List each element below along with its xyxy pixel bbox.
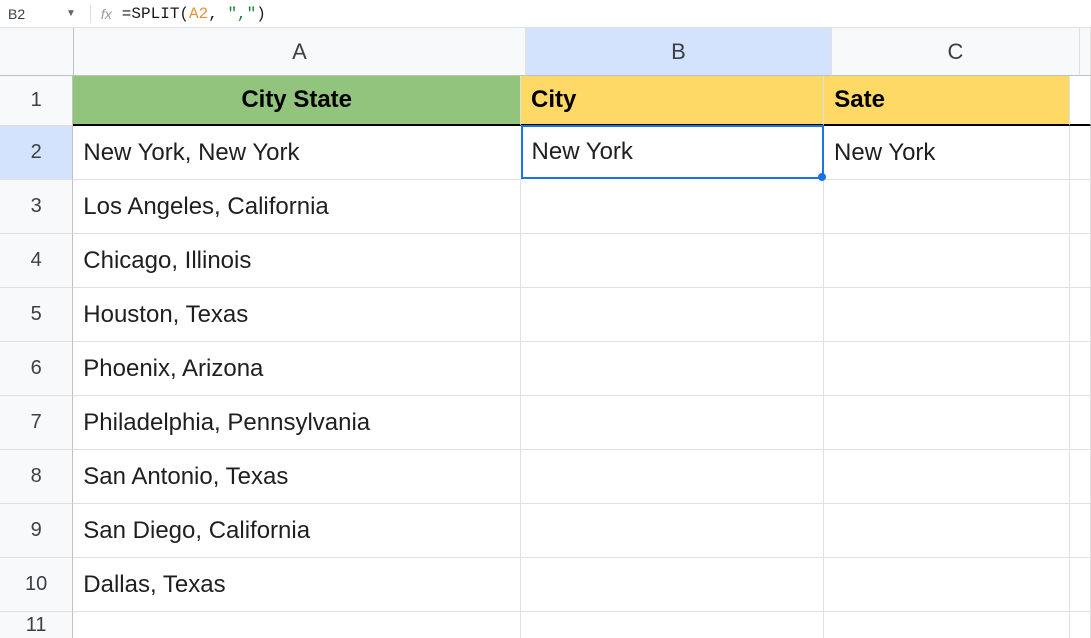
row-header-10[interactable]: 10 — [0, 558, 73, 612]
cell-c6[interactable] — [824, 342, 1070, 396]
cell-edge-11[interactable] — [1070, 612, 1091, 638]
cell-a8[interactable]: San Antonio, Texas — [73, 450, 521, 504]
column-header-a[interactable]: A — [74, 28, 526, 76]
formula-ref: A2 — [189, 5, 208, 23]
cell-edge-5[interactable] — [1070, 288, 1091, 342]
cell-b6[interactable] — [521, 342, 824, 396]
cell-edge-9[interactable] — [1070, 504, 1091, 558]
row-9: 9 San Diego, California — [0, 504, 1091, 558]
cell-b10[interactable] — [521, 558, 824, 612]
row-header-4[interactable]: 4 — [0, 234, 73, 288]
cell-b11[interactable] — [521, 612, 824, 638]
cell-a2[interactable]: New York, New York — [73, 126, 521, 180]
formula-eq: = — [122, 5, 132, 23]
cell-b5[interactable] — [521, 288, 824, 342]
row-header-3[interactable]: 3 — [0, 180, 73, 234]
formula-paren-close: ) — [256, 5, 266, 23]
cell-a4[interactable]: Chicago, Illinois — [73, 234, 521, 288]
column-headers-row: A B C — [0, 28, 1091, 76]
cell-c10[interactable] — [824, 558, 1070, 612]
name-box[interactable]: B2 — [4, 4, 66, 24]
column-header-edge — [1080, 28, 1091, 76]
formula-paren-open: ( — [179, 5, 189, 23]
cell-edge-2[interactable] — [1070, 126, 1091, 180]
row-10: 10 Dallas, Texas — [0, 558, 1091, 612]
row-7: 7 Philadelphia, Pennsylvania — [0, 396, 1091, 450]
cell-a5[interactable]: Houston, Texas — [73, 288, 521, 342]
column-header-c[interactable]: C — [832, 28, 1080, 76]
cell-a3[interactable]: Los Angeles, California — [73, 180, 521, 234]
formula-bar: B2 ▼ fx =SPLIT(A2, ",") — [0, 0, 1091, 28]
name-box-dropdown-icon[interactable]: ▼ — [66, 8, 80, 19]
row-1: 1 City State City Sate — [0, 76, 1091, 126]
cell-a1[interactable]: City State — [73, 76, 521, 126]
fx-icon[interactable]: fx — [101, 6, 112, 22]
cell-c5[interactable] — [824, 288, 1070, 342]
cell-c8[interactable] — [824, 450, 1070, 504]
row-2: 2 New York, New York New York New York — [0, 126, 1091, 180]
formula-fn: SPLIT — [131, 5, 179, 23]
row-header-11[interactable]: 11 — [0, 612, 73, 638]
cell-c1[interactable]: Sate — [824, 76, 1070, 126]
row-header-7[interactable]: 7 — [0, 396, 73, 450]
cell-edge-8[interactable] — [1070, 450, 1091, 504]
cell-edge-6[interactable] — [1070, 342, 1091, 396]
cell-a11[interactable] — [73, 612, 521, 638]
cell-b8[interactable] — [521, 450, 824, 504]
row-6: 6 Phoenix, Arizona — [0, 342, 1091, 396]
row-header-8[interactable]: 8 — [0, 450, 73, 504]
row-3: 3 Los Angeles, California — [0, 180, 1091, 234]
cell-edge-1[interactable] — [1070, 76, 1091, 126]
cell-c4[interactable] — [824, 234, 1070, 288]
cell-b4[interactable] — [521, 234, 824, 288]
cell-a6[interactable]: Phoenix, Arizona — [73, 342, 521, 396]
cell-b2[interactable]: New York — [521, 125, 824, 179]
cell-b9[interactable] — [521, 504, 824, 558]
cell-c7[interactable] — [824, 396, 1070, 450]
cell-a10[interactable]: Dallas, Texas — [73, 558, 521, 612]
cell-edge-3[interactable] — [1070, 180, 1091, 234]
row-header-5[interactable]: 5 — [0, 288, 73, 342]
row-4: 4 Chicago, Illinois — [0, 234, 1091, 288]
formula-input[interactable]: =SPLIT(A2, ",") — [122, 5, 266, 23]
row-11: 11 — [0, 612, 1091, 638]
formula-sep: , — [208, 5, 227, 23]
cell-edge-4[interactable] — [1070, 234, 1091, 288]
cell-b3[interactable] — [521, 180, 824, 234]
formula-str: "," — [227, 5, 256, 23]
row-header-1[interactable]: 1 — [0, 76, 73, 126]
cell-edge-10[interactable] — [1070, 558, 1091, 612]
column-header-b[interactable]: B — [526, 28, 832, 76]
name-box-value: B2 — [8, 6, 25, 22]
cell-b1[interactable]: City — [521, 76, 824, 126]
cell-c2[interactable]: New York — [824, 126, 1070, 180]
cell-edge-7[interactable] — [1070, 396, 1091, 450]
cell-c3[interactable] — [824, 180, 1070, 234]
row-8: 8 San Antonio, Texas — [0, 450, 1091, 504]
row-header-2[interactable]: 2 — [0, 126, 73, 180]
cell-a9[interactable]: San Diego, California — [73, 504, 521, 558]
row-5: 5 Houston, Texas — [0, 288, 1091, 342]
cell-a7[interactable]: Philadelphia, Pennsylvania — [73, 396, 521, 450]
cell-c11[interactable] — [824, 612, 1070, 638]
row-header-6[interactable]: 6 — [0, 342, 73, 396]
row-header-9[interactable]: 9 — [0, 504, 73, 558]
select-all-corner[interactable] — [0, 28, 74, 76]
cell-c9[interactable] — [824, 504, 1070, 558]
spreadsheet-grid: A B C 1 City State City Sate 2 New York,… — [0, 28, 1091, 638]
cell-b7[interactable] — [521, 396, 824, 450]
divider — [90, 5, 91, 23]
